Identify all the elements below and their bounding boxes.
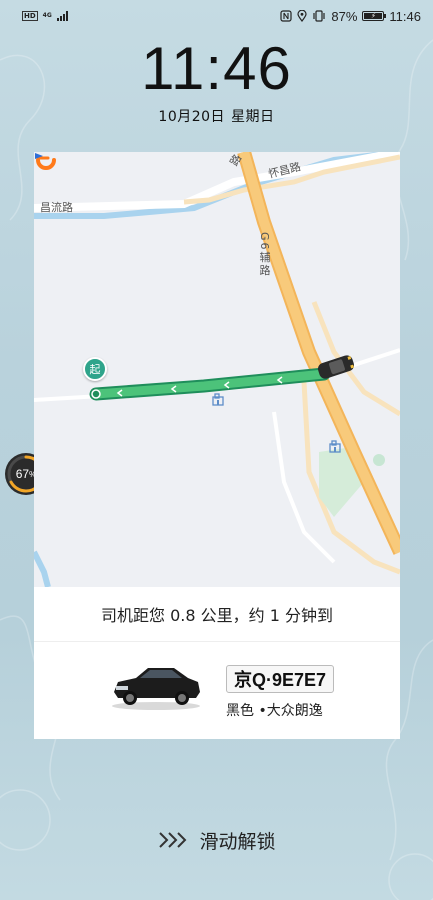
building-poi-icon-2: [329, 440, 341, 453]
signal-icon: [56, 11, 68, 21]
network-type: 4G: [42, 12, 52, 19]
vibrate-icon: [313, 10, 325, 22]
lock-date: 10月20日 星期日: [0, 106, 433, 126]
location-icon: [297, 10, 307, 22]
map-label-changliu: 昌流路: [40, 201, 73, 214]
car-description: 黑色 •大众朗逸: [226, 703, 323, 719]
start-flag-icon: [35, 153, 43, 164]
unlock-label: 滑动解锁: [199, 830, 276, 853]
battery-icon: ⚡: [362, 11, 387, 21]
lock-clock: 11:46: [141, 35, 292, 102]
status-right: 87% ⚡ 11:46: [280, 9, 421, 24]
battery-widget-value: 67: [15, 467, 30, 481]
nfc-icon: [280, 10, 292, 22]
battery-percent: 87%: [331, 8, 358, 24]
trip-map[interactable]: 路 怀昌路 昌流路 G6辅路 起: [34, 152, 400, 587]
start-marker: 起: [83, 357, 107, 381]
date-text: 10月20日: [158, 109, 226, 125]
slide-to-unlock[interactable]: 滑动解锁: [0, 822, 433, 858]
status-bar: HD 4G 87% ⚡ 11:46: [0, 0, 433, 32]
weekday-text: 星期日: [231, 109, 275, 125]
status-time: 11:46: [389, 8, 421, 24]
ride-notification-card[interactable]: 路 怀昌路 昌流路 G6辅路 起 司机距您 0.8 公里，约 1 分钟到 京Q·…: [34, 152, 400, 739]
hd-indicator: HD: [22, 11, 38, 21]
chevrons-right-icon: [159, 832, 187, 848]
status-left: HD 4G: [22, 11, 68, 21]
river-bottom: [34, 550, 51, 587]
driver-eta-text: 司机距您 0.8 公里，约 1 分钟到: [34, 587, 400, 642]
route-start-dot: [91, 389, 101, 399]
map-label-g6: G6辅路: [258, 232, 271, 278]
building-poi-icon: [212, 393, 224, 406]
small-park: [373, 454, 385, 466]
car-info: 京Q·9E7E7 黑色 •大众朗逸: [34, 642, 400, 739]
car-image: [112, 668, 200, 710]
license-plate: 京Q·9E7E7: [226, 665, 335, 693]
